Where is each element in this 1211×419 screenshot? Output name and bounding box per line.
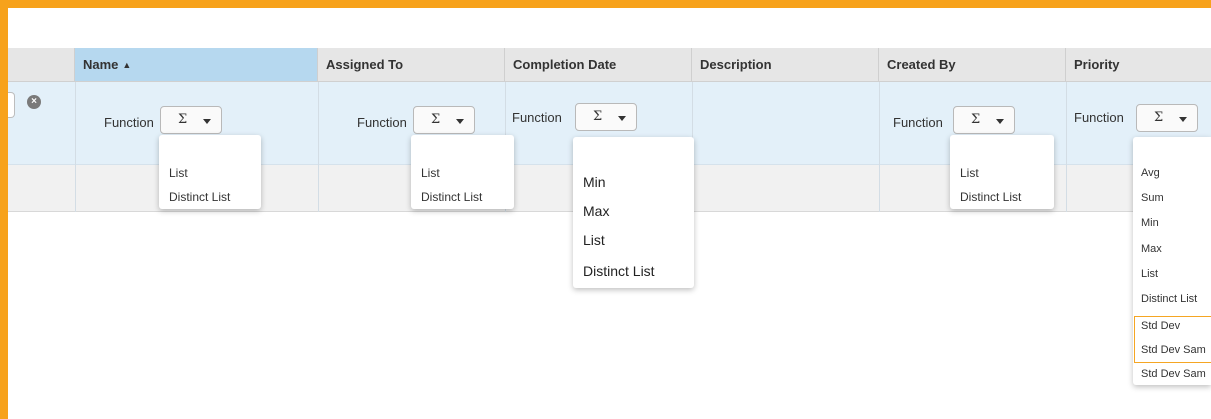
column-header-label: Created By bbox=[887, 57, 956, 72]
header-spacer bbox=[8, 48, 75, 81]
column-divider bbox=[75, 82, 76, 212]
sigma-icon: Σ bbox=[593, 109, 603, 124]
dropdown-option-list[interactable]: List bbox=[960, 166, 979, 180]
chevron-down-icon bbox=[1179, 117, 1187, 122]
column-header-assigned-to[interactable]: Assigned To bbox=[318, 48, 505, 81]
function-label-name: Function bbox=[104, 115, 154, 130]
sigma-icon: Σ bbox=[971, 112, 981, 127]
sigma-icon: Σ bbox=[431, 112, 441, 127]
clear-filter-icon[interactable]: × bbox=[27, 95, 41, 109]
dropdown-option-list[interactable]: List bbox=[169, 166, 188, 180]
aggregate-dropdown-created-by: List Distinct List bbox=[950, 135, 1054, 209]
sigma-icon: Σ bbox=[178, 112, 188, 127]
chevron-down-icon bbox=[618, 116, 626, 121]
column-header-label: Assigned To bbox=[326, 57, 404, 72]
dropdown-option-avg[interactable]: Avg bbox=[1141, 167, 1160, 179]
chevron-down-icon bbox=[996, 119, 1004, 124]
aggregate-function-button-name[interactable]: Σ bbox=[160, 106, 222, 134]
filter-input[interactable] bbox=[8, 92, 15, 118]
aggregate-dropdown-completion-date: Min Max List Distinct List bbox=[573, 137, 694, 288]
column-header-label: Completion Date bbox=[513, 57, 617, 72]
column-header-created-by[interactable]: Created By bbox=[879, 48, 1066, 81]
function-label-assigned-to: Function bbox=[357, 115, 407, 130]
dropdown-option-std-dev-sample-2[interactable]: Std Dev Sam bbox=[1141, 368, 1206, 380]
dropdown-option-distinct-list[interactable]: Distinct List bbox=[421, 190, 482, 204]
dropdown-option-distinct-list[interactable]: Distinct List bbox=[583, 263, 655, 279]
chevron-down-icon bbox=[456, 119, 464, 124]
dropdown-option-min[interactable]: Min bbox=[583, 174, 606, 190]
column-divider bbox=[318, 82, 319, 212]
column-header-label: Description bbox=[700, 57, 772, 72]
dropdown-option-distinct-list[interactable]: Distinct List bbox=[960, 190, 1021, 204]
aggregate-function-button-assigned-to[interactable]: Σ bbox=[413, 106, 475, 134]
dropdown-option-distinct-list[interactable]: Distinct List bbox=[169, 190, 230, 204]
column-header-label: Name bbox=[83, 57, 119, 72]
column-divider bbox=[1066, 82, 1067, 212]
column-header-priority[interactable]: Priority bbox=[1066, 48, 1211, 81]
aggregate-dropdown-assigned-to: List Distinct List bbox=[411, 135, 514, 209]
dropdown-option-max[interactable]: Max bbox=[1141, 243, 1162, 255]
column-header-label: Priority bbox=[1074, 57, 1120, 72]
dropdown-option-list[interactable]: List bbox=[421, 166, 440, 180]
function-label-created-by: Function bbox=[893, 115, 943, 130]
column-header-completion-date[interactable]: Completion Date bbox=[505, 48, 692, 81]
dropdown-option-min[interactable]: Min bbox=[1141, 217, 1159, 229]
highlight-box-std-dev bbox=[1134, 316, 1211, 363]
function-label-priority: Function bbox=[1074, 110, 1124, 125]
aggregate-function-button-priority[interactable]: Σ bbox=[1136, 104, 1198, 132]
dropdown-option-max[interactable]: Max bbox=[583, 203, 609, 219]
dropdown-option-distinct-list[interactable]: Distinct List bbox=[1141, 293, 1197, 305]
aggregate-dropdown-name: List Distinct List bbox=[159, 135, 261, 209]
dropdown-option-list[interactable]: List bbox=[1141, 268, 1158, 280]
highlight-frame-left bbox=[0, 0, 8, 419]
sort-ascending-icon[interactable]: ▲ bbox=[122, 60, 131, 70]
column-header-description[interactable]: Description bbox=[692, 48, 879, 81]
grid-header-row: Name ▲ Assigned To Completion Date Descri… bbox=[8, 48, 1211, 82]
dropdown-option-sum[interactable]: Sum bbox=[1141, 192, 1164, 204]
sigma-icon: Σ bbox=[1154, 110, 1164, 125]
function-label-completion-date: Function bbox=[512, 110, 562, 125]
dropdown-option-list[interactable]: List bbox=[583, 232, 605, 248]
chevron-down-icon bbox=[203, 119, 211, 124]
aggregate-function-button-completion-date[interactable]: Σ bbox=[575, 103, 637, 131]
column-header-name[interactable]: Name ▲ bbox=[75, 48, 318, 81]
aggregate-function-button-created-by[interactable]: Σ bbox=[953, 106, 1015, 134]
column-divider bbox=[879, 82, 880, 212]
highlight-frame-top bbox=[0, 0, 1211, 8]
